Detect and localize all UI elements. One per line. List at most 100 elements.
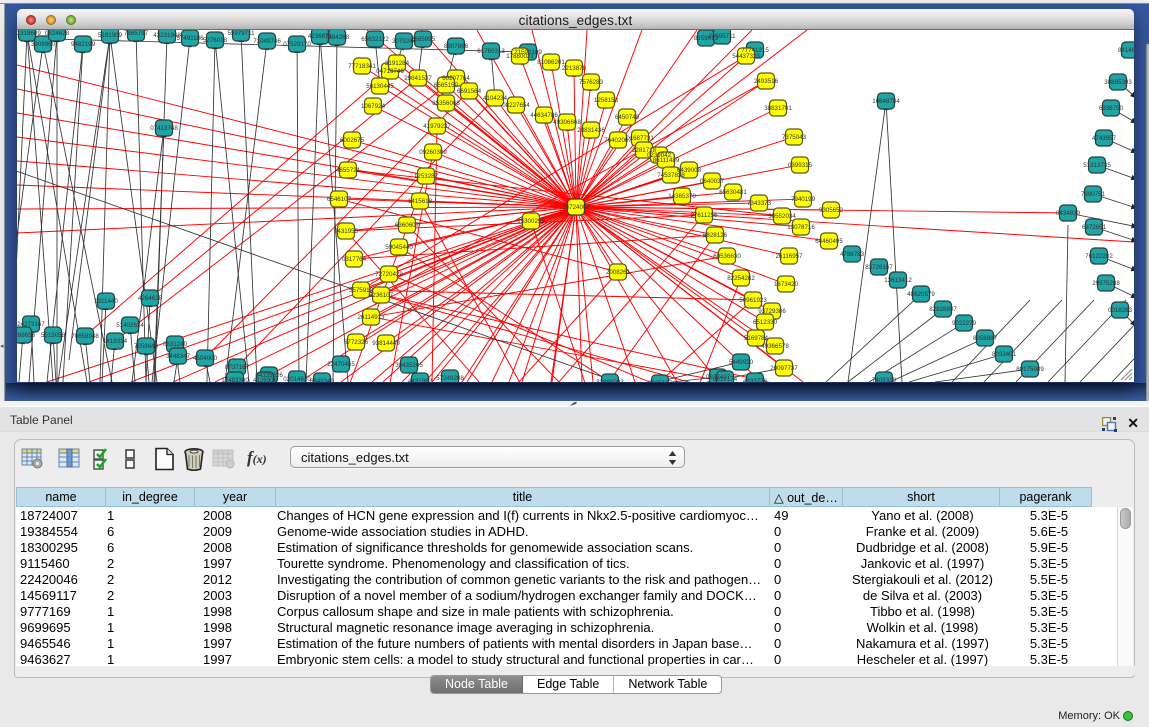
svg-text:8033401: 8033401 (992, 351, 1017, 358)
svg-text:5181909: 5181909 (98, 32, 123, 39)
svg-text:70658948: 70658948 (71, 333, 99, 340)
svg-text:0434839: 0434839 (1056, 210, 1081, 217)
svg-text:76122202: 76122202 (1085, 253, 1113, 260)
svg-text:57491186: 57491186 (176, 35, 204, 42)
svg-text:14365370: 14365370 (668, 193, 696, 200)
svg-text:24595711: 24595711 (708, 33, 736, 40)
svg-text:9022279: 9022279 (952, 320, 977, 327)
svg-text:81086201: 81086201 (537, 59, 565, 66)
svg-text:6450749: 6450749 (615, 114, 640, 121)
svg-text:8818174: 8818174 (713, 376, 738, 382)
svg-text:49366578: 49366578 (761, 343, 789, 350)
svg-text:26114913: 26114913 (357, 314, 385, 321)
svg-text:56130445: 56130445 (366, 83, 394, 90)
svg-text:09260309: 09260309 (419, 149, 447, 156)
svg-text:0018263: 0018263 (1108, 307, 1133, 314)
svg-text:13078716: 13078716 (787, 224, 815, 231)
svg-text:3268656: 3268656 (17, 332, 36, 339)
svg-text:6565150: 6565150 (434, 82, 459, 89)
svg-text:29841537: 29841537 (404, 75, 432, 82)
svg-text:07413748: 07413748 (150, 125, 178, 132)
svg-text:82254282: 82254282 (727, 275, 755, 282)
svg-text:7409319: 7409319 (872, 377, 897, 382)
svg-text:9482199: 9482199 (71, 41, 96, 48)
svg-text:7058649: 7058649 (134, 343, 159, 350)
svg-text:30552034: 30552034 (768, 213, 796, 220)
svg-text:48620579: 48620579 (907, 291, 935, 298)
svg-text:44634786: 44634786 (530, 112, 558, 119)
svg-text:6360607: 6360607 (395, 222, 420, 229)
svg-text:55979711: 55979711 (227, 30, 255, 37)
svg-text:22470455: 22470455 (327, 361, 355, 368)
svg-text:4333776: 4333776 (743, 378, 768, 382)
svg-text:17880021: 17880021 (506, 53, 534, 60)
svg-text:82889093: 82889093 (596, 379, 624, 382)
svg-text:59045440: 59045440 (385, 244, 413, 251)
svg-text:1067924: 1067924 (361, 103, 386, 110)
svg-text:30435205: 30435205 (395, 362, 423, 369)
svg-text:5449920: 5449920 (729, 359, 754, 366)
svg-text:54437323: 54437323 (732, 53, 760, 60)
svg-text:3909960: 3909960 (31, 41, 56, 48)
svg-text:71049746: 71049746 (253, 38, 281, 45)
svg-text:4788783: 4788783 (840, 251, 865, 258)
svg-text:77718341: 77718341 (348, 63, 376, 70)
svg-text:3448347: 3448347 (166, 353, 191, 360)
svg-text:82828807: 82828807 (929, 306, 957, 313)
svg-text:4504000: 4504000 (193, 355, 218, 362)
svg-text:51402614: 51402614 (116, 322, 144, 329)
svg-text:3191284: 3191284 (385, 60, 410, 67)
svg-text:50961923: 50961923 (739, 297, 767, 304)
svg-text:9305652: 9305652 (819, 207, 844, 214)
svg-text:24273167: 24273167 (17, 321, 45, 328)
svg-text:18724007: 18724007 (562, 204, 590, 211)
svg-text:93814449: 93814449 (372, 340, 400, 347)
svg-text:6002675: 6002675 (340, 137, 365, 144)
svg-text:7343373: 7343373 (747, 200, 772, 207)
svg-text:93729306: 93729306 (758, 308, 786, 315)
svg-text:0431955: 0431955 (334, 228, 359, 235)
svg-text:6849340: 6849340 (310, 378, 335, 382)
svg-text:0317764: 0317764 (342, 256, 367, 263)
svg-text:86111489: 86111489 (653, 157, 680, 164)
svg-text:4743957: 4743957 (1092, 135, 1117, 142)
svg-text:13613412: 13613412 (884, 277, 912, 284)
svg-text:80175989: 80175989 (1016, 366, 1044, 373)
svg-text:8058887: 8058887 (973, 335, 998, 342)
svg-text:7576283: 7576283 (579, 79, 604, 86)
svg-text:72720429: 72720429 (375, 271, 403, 278)
svg-text:6772326: 6772326 (344, 339, 369, 346)
svg-text:6236107: 6236107 (369, 292, 394, 299)
svg-text:64460495: 64460495 (815, 238, 843, 245)
svg-text:8907866: 8907866 (444, 43, 469, 50)
svg-text:8414852: 8414852 (1118, 47, 1134, 54)
svg-text:1673420: 1673420 (774, 281, 799, 288)
svg-text:7375043: 7375043 (782, 134, 807, 141)
svg-text:2213878: 2213878 (562, 65, 587, 72)
svg-text:7684268: 7684268 (325, 34, 350, 41)
svg-text:17483380: 17483380 (221, 377, 249, 382)
svg-text:2008261: 2008261 (606, 269, 631, 276)
svg-text:16648784: 16648784 (872, 98, 900, 105)
svg-text:61760313: 61760313 (477, 48, 505, 55)
svg-text:28831436: 28831436 (577, 127, 605, 134)
svg-text:26116957: 26116957 (775, 253, 803, 260)
svg-text:61318609: 61318609 (17, 30, 41, 37)
svg-text:1253287: 1253287 (414, 173, 439, 180)
svg-text:07529170: 07529170 (283, 41, 311, 48)
svg-text:5515058: 5515058 (41, 332, 66, 339)
svg-text:51313735: 51313735 (1083, 162, 1111, 169)
svg-text:6546107: 6546107 (327, 196, 352, 203)
svg-text:1415618: 1415618 (408, 198, 433, 205)
svg-text:29975288: 29975288 (1092, 280, 1120, 287)
svg-text:65632122: 65632122 (361, 36, 389, 43)
svg-text:4431982: 4431982 (408, 378, 433, 382)
svg-text:04718746: 04718746 (376, 68, 404, 75)
svg-text:6828126: 6828126 (703, 232, 728, 239)
svg-text:57249208: 57249208 (436, 375, 464, 382)
svg-text:1258153: 1258153 (594, 97, 619, 104)
svg-text:1419314: 1419314 (103, 338, 128, 345)
svg-text:5169784: 5169784 (744, 335, 769, 342)
svg-text:27611256: 27611256 (690, 212, 718, 219)
svg-text:65630481: 65630481 (719, 189, 747, 196)
